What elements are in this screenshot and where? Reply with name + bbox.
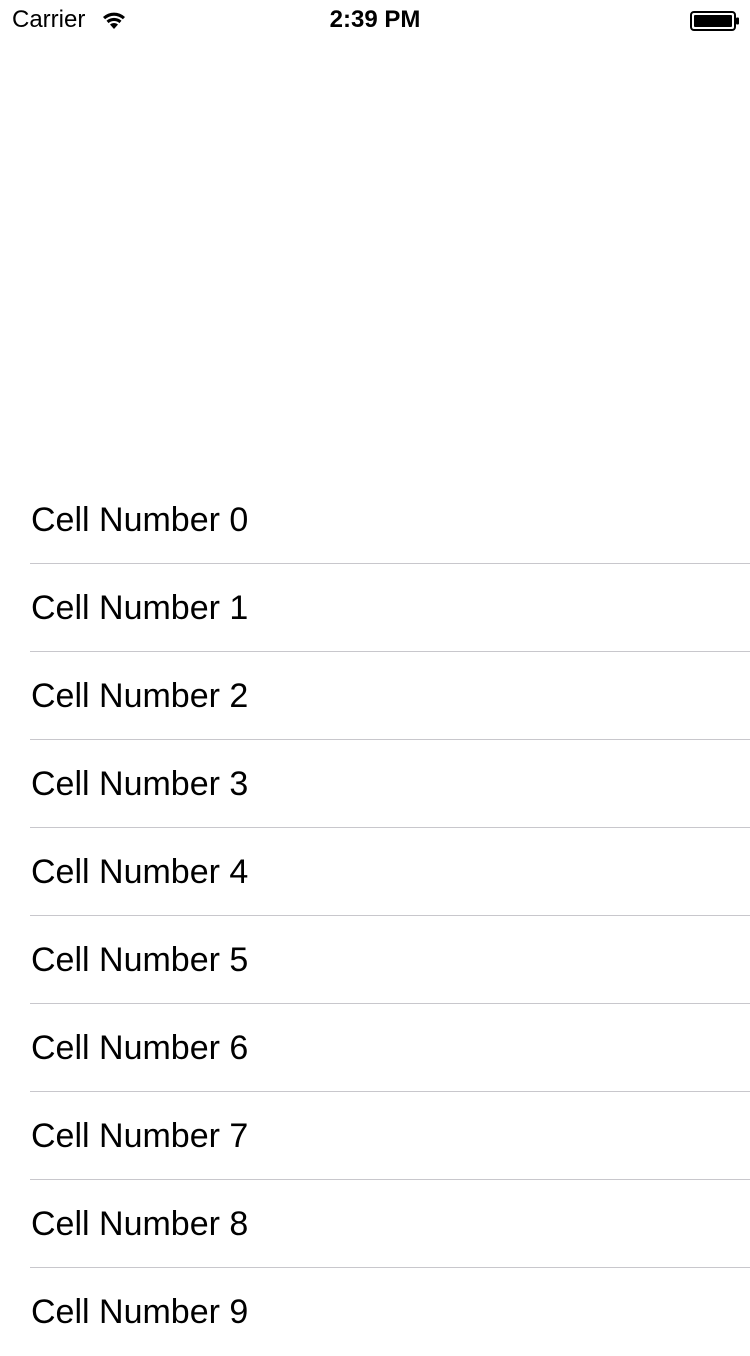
cell-label: Cell Number 6 [31,1029,249,1067]
cell-label: Cell Number 2 [31,677,249,715]
cell-label: Cell Number 9 [31,1293,249,1331]
table-row[interactable]: Cell Number 7 [0,1092,750,1180]
cell-label: Cell Number 3 [31,765,249,803]
battery-icon [690,11,739,31]
table-row[interactable]: Cell Number 1 [0,564,750,652]
table-view[interactable]: Cell Number 0 Cell Number 1 Cell Number … [0,476,750,1356]
cell-label: Cell Number 7 [31,1117,249,1155]
cell-label: Cell Number 8 [31,1205,249,1243]
table-row[interactable]: Cell Number 6 [0,1004,750,1092]
table-row[interactable]: Cell Number 8 [0,1180,750,1268]
table-row[interactable]: Cell Number 4 [0,828,750,916]
table-row[interactable]: Cell Number 9 [0,1268,750,1356]
cell-label: Cell Number 4 [31,853,249,891]
table-row[interactable]: Cell Number 3 [0,740,750,828]
cell-label: Cell Number 1 [31,589,249,627]
cell-label: Cell Number 0 [31,501,249,539]
status-time: 2:39 PM [329,6,421,33]
cell-label: Cell Number 5 [31,941,249,979]
status-bar: Carrier 2:39 PM [0,0,750,40]
table-row[interactable]: Cell Number 2 [0,652,750,740]
table-row[interactable]: Cell Number 5 [0,916,750,1004]
table-row[interactable]: Cell Number 0 [0,476,750,564]
